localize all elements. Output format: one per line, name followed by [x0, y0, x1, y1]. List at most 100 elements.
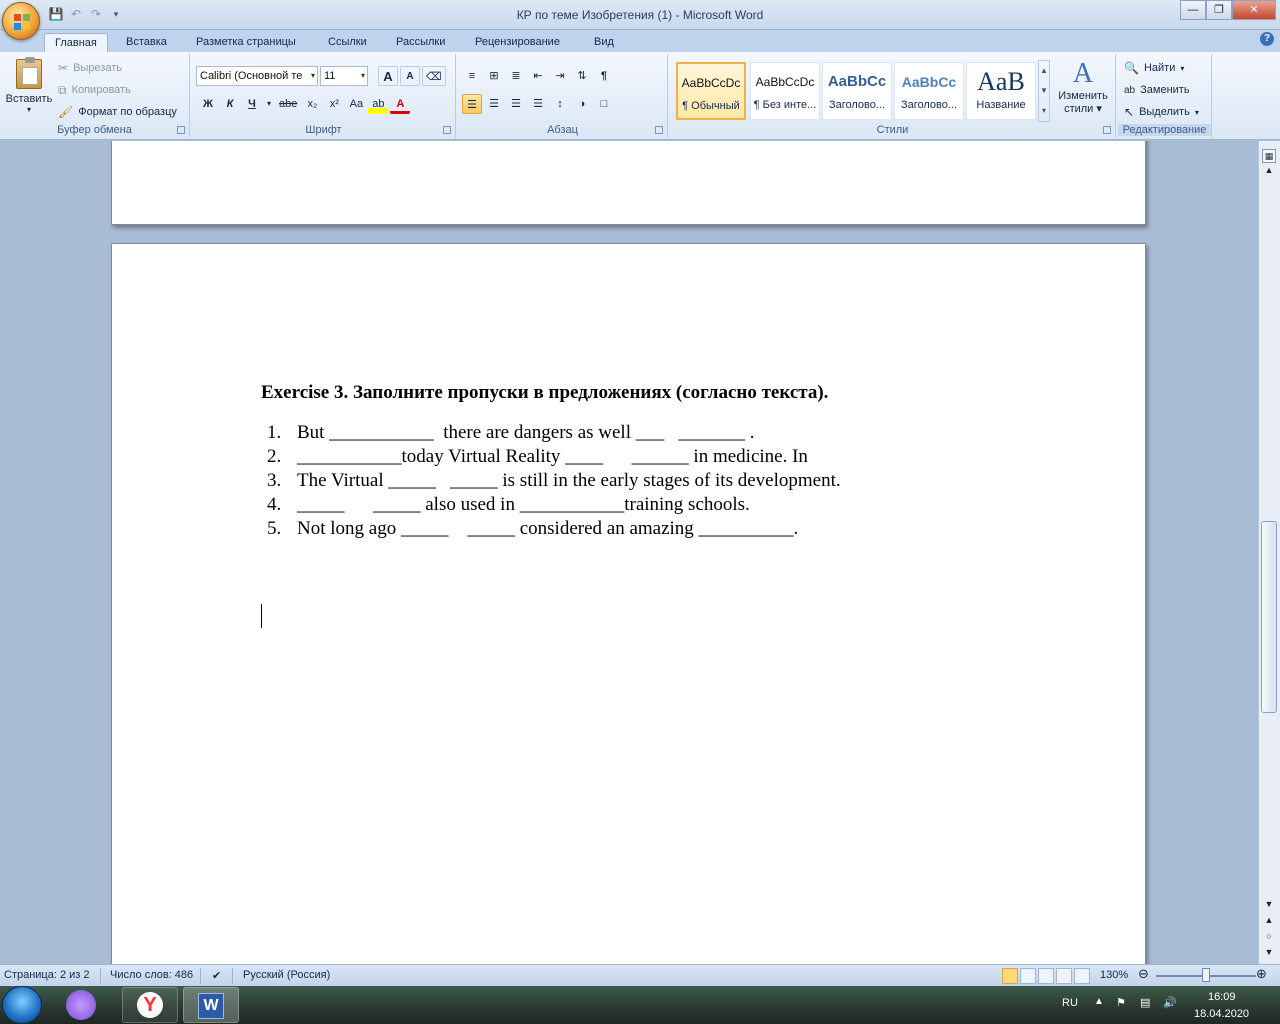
page-count[interactable]: Страница: 2 из 2: [4, 969, 90, 981]
scroll-down-icon[interactable]: ▼: [1264, 899, 1274, 909]
align-center-icon[interactable]: ☰: [484, 94, 504, 114]
style-normal[interactable]: AaBbCcDc ¶ Обычный: [676, 62, 746, 120]
draft-view-icon[interactable]: [1074, 968, 1090, 984]
zoom-slider-thumb[interactable]: [1202, 968, 1210, 982]
print-layout-view-icon[interactable]: [1002, 968, 1018, 984]
language-bar[interactable]: RU: [1062, 997, 1078, 1009]
styles-scroll[interactable]: ▲ ▼ ▾: [1038, 60, 1050, 122]
superscript-button[interactable]: x²: [324, 94, 344, 114]
scrollbar-thumb[interactable]: [1261, 521, 1277, 713]
cut-button[interactable]: ✂ Вырезать: [58, 58, 125, 78]
underline-button[interactable]: Ч: [242, 94, 262, 114]
close-button[interactable]: ✕: [1232, 0, 1276, 20]
help-icon[interactable]: ?: [1260, 32, 1274, 46]
style-name: Название: [976, 99, 1026, 111]
clipboard-launcher-icon[interactable]: [177, 126, 185, 134]
bold-button[interactable]: Ж: [198, 94, 218, 114]
strikethrough-button[interactable]: abe: [276, 94, 300, 114]
styles-launcher-icon[interactable]: [1103, 126, 1111, 134]
change-styles-icon: A: [1072, 58, 1094, 89]
alice-assistant-icon[interactable]: [66, 990, 96, 1020]
select-browse-object-icon[interactable]: ○: [1264, 931, 1274, 941]
previous-page[interactable]: [111, 141, 1146, 225]
find-button[interactable]: 🔍 Найти ▾: [1124, 58, 1184, 78]
italic-button[interactable]: К: [220, 94, 240, 114]
show-hidden-icons[interactable]: ▲: [1094, 996, 1104, 1007]
tab-page-layout[interactable]: Разметка страницы: [186, 33, 306, 52]
full-screen-reading-icon[interactable]: [1020, 968, 1036, 984]
current-page[interactable]: Exercise 3. Заполните пропуски в предлож…: [111, 243, 1146, 964]
office-button[interactable]: [2, 2, 40, 40]
tab-references[interactable]: Ссылки: [318, 33, 377, 52]
paragraph-launcher-icon[interactable]: [655, 126, 663, 134]
tab-view[interactable]: Вид: [584, 33, 624, 52]
next-page-icon[interactable]: ▼: [1264, 947, 1274, 957]
chevron-down-icon: ▾: [360, 71, 365, 80]
decrease-indent-icon[interactable]: ⇤: [528, 66, 548, 86]
previous-page-icon[interactable]: ▲: [1264, 915, 1274, 925]
zoom-level[interactable]: 130%: [1100, 969, 1128, 981]
change-case-button[interactable]: Aa: [346, 94, 366, 114]
copy-button[interactable]: ⧉ Копировать: [58, 80, 134, 100]
tab-home[interactable]: Главная: [44, 33, 108, 52]
replace-button[interactable]: ab Заменить: [1124, 80, 1193, 100]
style-title[interactable]: AaB Название: [966, 62, 1036, 120]
zoom-out-icon[interactable]: ⊖: [1138, 966, 1149, 982]
web-layout-icon[interactable]: [1038, 968, 1054, 984]
language-indicator[interactable]: Русский (Россия): [243, 969, 330, 981]
minimize-button[interactable]: —: [1180, 0, 1206, 20]
justify-icon[interactable]: ☰: [528, 94, 548, 114]
font-size-combo[interactable]: 11 ▾: [320, 66, 368, 86]
spellcheck-icon[interactable]: ✔: [212, 969, 221, 982]
change-styles-button[interactable]: A Изменить стили ▾: [1054, 58, 1112, 120]
network-icon[interactable]: ▤: [1140, 996, 1150, 1009]
sort-icon[interactable]: ⇅: [572, 66, 592, 86]
font-launcher-icon[interactable]: [443, 126, 451, 134]
multilevel-list-icon[interactable]: ≣: [506, 66, 526, 86]
start-button[interactable]: [2, 986, 42, 1024]
borders-icon[interactable]: □: [594, 94, 614, 114]
bullets-icon[interactable]: ≡: [462, 66, 482, 86]
action-center-icon[interactable]: ⚑: [1116, 996, 1126, 1009]
format-painter-label: Формат по образцу: [78, 106, 177, 118]
document-area[interactable]: Exercise 3. Заполните пропуски в предлож…: [0, 141, 1258, 964]
clear-format-icon[interactable]: ⌫: [422, 66, 446, 86]
tab-insert[interactable]: Вставка: [116, 33, 177, 52]
shading-icon[interactable]: ◑: [572, 94, 592, 114]
paste-button[interactable]: Вставить ▾: [4, 56, 54, 118]
tab-review[interactable]: Рецензирование: [465, 33, 570, 52]
vertical-scrollbar[interactable]: ▦ ▲ ▼ ▲ ○ ▼: [1258, 141, 1280, 964]
clock-time[interactable]: 16:09: [1208, 991, 1236, 1003]
zoom-in-icon[interactable]: ⊕: [1256, 966, 1267, 982]
align-right-icon[interactable]: ☰: [506, 94, 526, 114]
scroll-up-icon[interactable]: ▲: [1264, 165, 1274, 175]
font-color-icon[interactable]: A: [390, 94, 411, 114]
numbering-icon[interactable]: ⊞: [484, 66, 504, 86]
word-taskbar-icon[interactable]: W: [183, 987, 239, 1023]
show-marks-button[interactable]: ¶: [594, 66, 614, 86]
style-heading-2[interactable]: AaBbCc Заголово...: [894, 62, 964, 120]
change-styles-label-2: стили ▾: [1064, 103, 1102, 115]
word-count[interactable]: Число слов: 486: [110, 969, 193, 981]
ruler-toggle-icon[interactable]: ▦: [1262, 149, 1276, 163]
volume-icon[interactable]: 🔊: [1163, 996, 1177, 1009]
subscript-button[interactable]: x₂: [302, 94, 322, 114]
yandex-browser-icon[interactable]: Y: [122, 987, 178, 1023]
increase-indent-icon[interactable]: ⇥: [550, 66, 570, 86]
font-name-combo[interactable]: Calibri (Основной те ▾: [196, 66, 318, 86]
highlight-icon[interactable]: ab: [368, 94, 389, 114]
shrink-font-button[interactable]: A: [400, 66, 420, 86]
clock-date[interactable]: 18.04.2020: [1194, 1008, 1249, 1020]
tab-mailings[interactable]: Рассылки: [386, 33, 455, 52]
grow-font-button[interactable]: A: [378, 66, 398, 86]
format-painter-button[interactable]: 🖌 Формат по образцу: [58, 102, 180, 122]
line-spacing-icon[interactable]: ↕: [550, 94, 570, 114]
outline-view-icon[interactable]: [1056, 968, 1072, 984]
underline-dropdown-icon[interactable]: ▾: [264, 94, 274, 114]
style-heading-1[interactable]: AaBbCc Заголово...: [822, 62, 892, 120]
maximize-button[interactable]: ❐: [1206, 0, 1232, 20]
align-left-icon[interactable]: ☰: [462, 94, 482, 114]
select-button[interactable]: ↖ Выделить ▾: [1124, 102, 1199, 122]
paste-dropdown-icon[interactable]: ▾: [4, 105, 54, 114]
style-no-spacing[interactable]: AaBbCcDc ¶ Без инте...: [750, 62, 820, 120]
